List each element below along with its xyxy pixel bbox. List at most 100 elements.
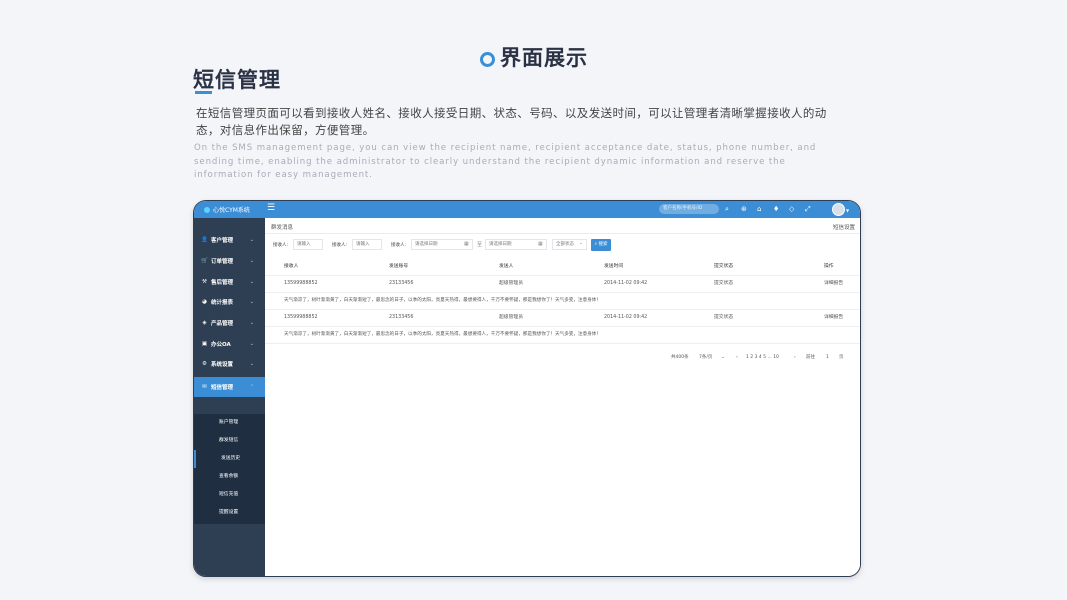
divider (265, 233, 860, 234)
fullscreen-icon[interactable]: ⤢ (805, 204, 811, 214)
chevron-up-icon: ⌃ (249, 384, 254, 390)
sidebar-item[interactable]: 🛒 订单管理 ⌄ (194, 251, 265, 271)
sidebar-item[interactable]: ▣ 办公OA ⌄ (194, 334, 265, 354)
search-button[interactable]: ⌕ 搜索 (591, 239, 611, 251)
sidebar-item-label: 客户管理 (211, 238, 234, 244)
table-header: 接收人 发送账号 发送人 发送时间 提交状态 操作 (265, 259, 860, 276)
sidebar-item-label: 售后管理 (211, 280, 234, 286)
chevron-down-icon: ⌄ (249, 341, 254, 347)
menu-toggle-icon[interactable]: ☰ (267, 203, 275, 213)
message-content-row: 天气渐凉了，树叶渐渐黄了，白天渐渐短了，最思念的日子，以季的太阳，亮夏天热得，最… (265, 292, 860, 310)
sidebar-item[interactable]: 👤 客户管理 ⌄ (194, 230, 265, 250)
table-cell: 23133456 (389, 281, 414, 286)
chevron-down-icon[interactable]: ⌄ (579, 241, 583, 246)
table-cell: 2014-11-02 09:42 (604, 315, 648, 320)
sidebar-item[interactable]: ⚙ 系统设置 ⌄ (194, 354, 265, 374)
chevron-down-icon[interactable]: ▼ (846, 208, 849, 213)
sidebar-subitem[interactable]: 短信充值 (194, 486, 265, 504)
page-unit: 页 (839, 355, 844, 360)
table-cell: 提交状态 (714, 315, 734, 320)
sidebar-subitem[interactable]: 群发短信 (194, 432, 265, 450)
column-header: 发送账号 (389, 264, 409, 269)
prev-page-button[interactable]: ‹ (736, 353, 738, 363)
table-cell: 超级管理员 (499, 281, 523, 286)
message-content-row: 天气渐凉了，树叶渐渐黄了，白天渐渐短了，最思念的日子，以季的太阳，亮夏天热得，最… (265, 326, 860, 344)
column-header: 接收人 (284, 264, 299, 269)
chevron-down-icon: ⌄ (249, 299, 254, 305)
table-row[interactable]: 13599988852 23133456 超级管理员 2014-11-02 09:42… (265, 309, 860, 327)
chevron-down-icon: ⌄ (249, 279, 254, 285)
column-header: 提交状态 (714, 264, 734, 269)
sidebar-subitem[interactable]: 发送历史 (194, 450, 265, 468)
search-input[interactable]: 客户名称/手机号/ID (659, 204, 719, 214)
goto-input[interactable]: 1 (826, 353, 829, 363)
sidebar-item-label: 订单管理 (211, 259, 234, 265)
office-icon: ▣ (201, 341, 208, 347)
cart-icon: 🛒 (201, 258, 208, 264)
table-cell: 23133456 (389, 315, 414, 320)
receiver-label: 接收人: (332, 243, 348, 248)
table-cell: 提交状态 (714, 281, 734, 286)
sidebar-item-label: 短信管理 (211, 385, 234, 391)
search-icon[interactable]: ⌕ (725, 204, 729, 214)
message-text: 天气渐凉了，树叶渐渐黄了，白天渐渐短了，最思念的日子，以季的太阳，亮夏天热得，最… (284, 332, 601, 337)
ring-icon (480, 51, 495, 67)
receiver-input[interactable]: 请输入 (352, 239, 382, 250)
message-text: 天气渐凉了，树叶渐渐黄了，白天渐渐短了，最思念的日子，以季的太阳，亮夏天热得，最… (284, 298, 601, 303)
sidebar-item[interactable]: ◕ 统计报表 ⌄ (194, 292, 265, 312)
pager-total: 共400条 (671, 355, 689, 360)
main-content: 群发消息 短信设置 接收人: 请输入 接收人: 请输入 接收人: 请选择日期 ▦… (265, 218, 860, 576)
pagination: 共400条 7条/页 ⌄ ‹ 1 2 3 4 5 ... 10 › 前往 1 页 (265, 353, 860, 363)
sidebar-item-label: 办公OA (211, 342, 231, 348)
chevron-down-icon[interactable]: ⌄ (721, 353, 725, 363)
app-screenshot-frame: 心悦CYM系统 ☰ 客户名称/手机号/ID ⌕ ⊛ ⌂ ♦ ◇ ⤢ ▼ 👤 客户管… (193, 200, 861, 577)
service-icon: ⚒ (202, 279, 207, 285)
page-numbers[interactable]: 1 2 3 4 5 ... 10 (746, 353, 779, 363)
detail-report-link[interactable]: 详细报告 (824, 309, 843, 326)
table-row[interactable]: 13599988852 23133456 超级管理员 2014-11-02 09:42… (265, 275, 860, 293)
brand-logo[interactable]: 心悦CYM系统 (204, 205, 250, 214)
section-title-underline (195, 91, 212, 94)
brand-name: 心悦CYM系统 (213, 207, 250, 214)
sidebar-item[interactable]: ✉ 短信管理 ⌃ (194, 377, 265, 397)
gear-icon: ⚙ (202, 361, 207, 367)
user-icon: 👤 (201, 237, 208, 243)
sidebar-item[interactable]: ⚒ 售后管理 ⌄ (194, 272, 265, 292)
detail-report-link[interactable]: 详细报告 (824, 275, 843, 292)
sidebar-subitem[interactable]: 账户管理 (194, 414, 265, 432)
next-page-button[interactable]: › (794, 353, 796, 363)
home-icon[interactable]: ⌂ (757, 204, 761, 214)
filter-bar: 接收人: 请输入 接收人: 请输入 接收人: 请选择日期 ▦ 至 请选择日期 ▦… (273, 238, 853, 252)
search-button-label: 搜索 (598, 242, 608, 247)
product-icon: ◈ (202, 320, 207, 326)
chevron-down-icon: ⌄ (249, 237, 254, 243)
chevron-down-icon: ⌄ (249, 258, 254, 264)
chart-icon: ◕ (202, 299, 207, 305)
tag-icon[interactable]: ◇ (789, 204, 794, 214)
calendar-icon[interactable]: ▦ (464, 241, 469, 247)
description-chinese: 在短信管理页面可以看到接收人姓名、接收人接受日期、状态、号码、以及发送时间，可以… (196, 106, 827, 137)
receiver-label: 接收人: (391, 243, 407, 248)
receiver-input[interactable]: 请输入 (293, 239, 323, 250)
sidebar-item-label: 统计报表 (211, 300, 234, 306)
page-size-select[interactable]: 7条/页 (699, 353, 712, 363)
column-header: 操作 (824, 264, 834, 269)
table-cell: 13599988852 (284, 281, 318, 286)
receiver-label: 接收人: (273, 243, 289, 248)
sidebar-item-label: 产品管理 (211, 321, 234, 327)
slide-header-title: 界面展示 (500, 46, 588, 70)
top-bar: 心悦CYM系统 ☰ 客户名称/手机号/ID ⌕ ⊛ ⌂ ♦ ◇ ⤢ ▼ (194, 201, 860, 218)
notification-icon[interactable]: ♦ (773, 204, 779, 214)
calendar-icon[interactable]: ▦ (538, 241, 543, 247)
chevron-down-icon: ⌄ (249, 361, 254, 367)
sidebar-item[interactable]: ◈ 产品管理 ⌄ (194, 313, 265, 333)
sidebar: 👤 客户管理 ⌄ 🛒 订单管理 ⌄ ⚒ 售后管理 ⌄ ◕ 统计报表 ⌄ ◈ 产品管理 ⌄ ▣ 办公OA ⌄ ⚙ 系统设… (194, 218, 265, 576)
sms-settings-link[interactable]: 短信设置 (833, 223, 855, 231)
description-english: On the SMS management page, you can view… (194, 143, 817, 180)
table-cell: 超级管理员 (499, 315, 523, 320)
breadcrumb[interactable]: 群发消息 (271, 223, 293, 231)
avatar[interactable] (832, 203, 845, 216)
sidebar-subitem[interactable]: 提醒设置 (194, 504, 265, 522)
settings-icon[interactable]: ⊛ (741, 204, 747, 214)
sidebar-subitem[interactable]: 查看余额 (194, 468, 265, 486)
